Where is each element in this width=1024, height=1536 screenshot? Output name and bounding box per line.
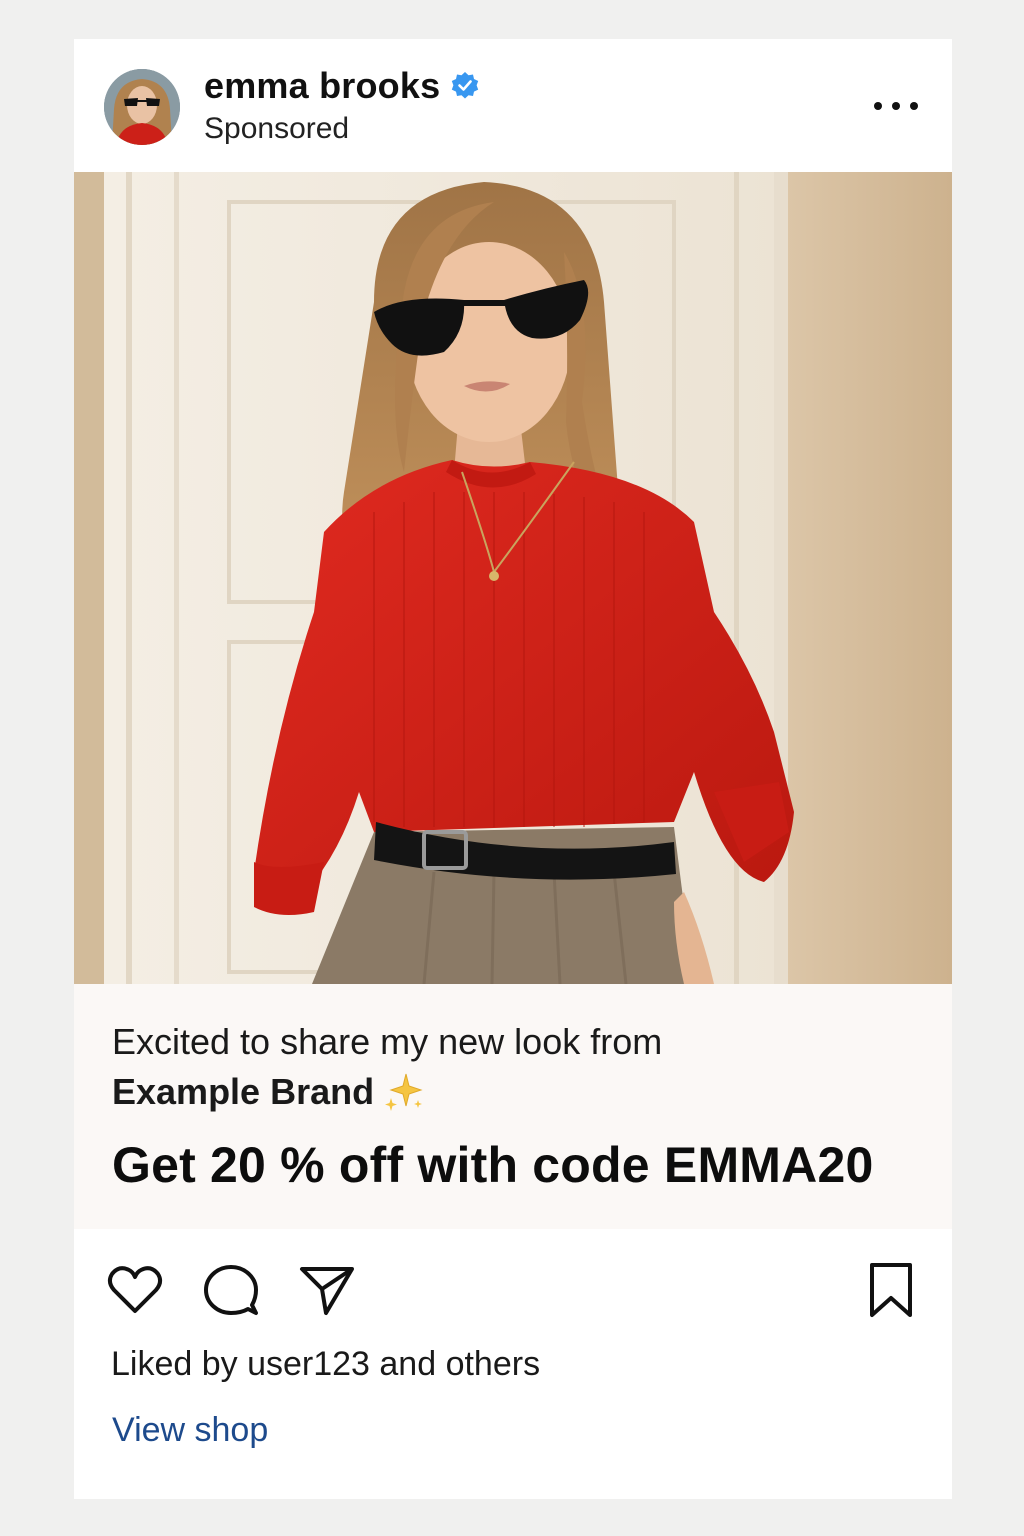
send-icon[interactable] <box>298 1261 356 1319</box>
caption-text: Excited to share my new look from <box>112 1021 663 1062</box>
action-bar <box>74 1229 952 1349</box>
sponsored-label: Sponsored <box>204 112 350 145</box>
caption-brand-line: Example Brand <box>112 1070 426 1114</box>
avatar[interactable] <box>104 69 180 145</box>
post-photo[interactable] <box>74 172 952 984</box>
username[interactable]: emma brooks <box>204 65 440 107</box>
likes-text[interactable]: Liked by user123 and others <box>111 1345 540 1384</box>
sponsored-post-card: emma brooks Sponsored Excited to share m… <box>74 39 952 1499</box>
post-header: emma brooks Sponsored <box>74 39 952 172</box>
verified-badge-icon <box>452 72 479 99</box>
promo-code-text: Get 20 % off with code EMMA20 <box>112 1137 874 1193</box>
heart-icon[interactable] <box>106 1261 164 1319</box>
comment-bubble-icon[interactable] <box>202 1261 260 1319</box>
sparkles-icon <box>385 1073 423 1111</box>
bookmark-icon[interactable] <box>862 1261 920 1319</box>
avatar-image <box>104 69 180 145</box>
caption-section: Excited to share my new look from Exampl… <box>74 984 952 1229</box>
more-options-icon[interactable] <box>874 93 918 119</box>
photo-woman-red-sweater <box>74 172 952 984</box>
brand-name: Example Brand <box>112 1071 375 1112</box>
view-shop-link[interactable]: View shop <box>112 1411 268 1450</box>
username-row: emma brooks <box>204 65 480 107</box>
